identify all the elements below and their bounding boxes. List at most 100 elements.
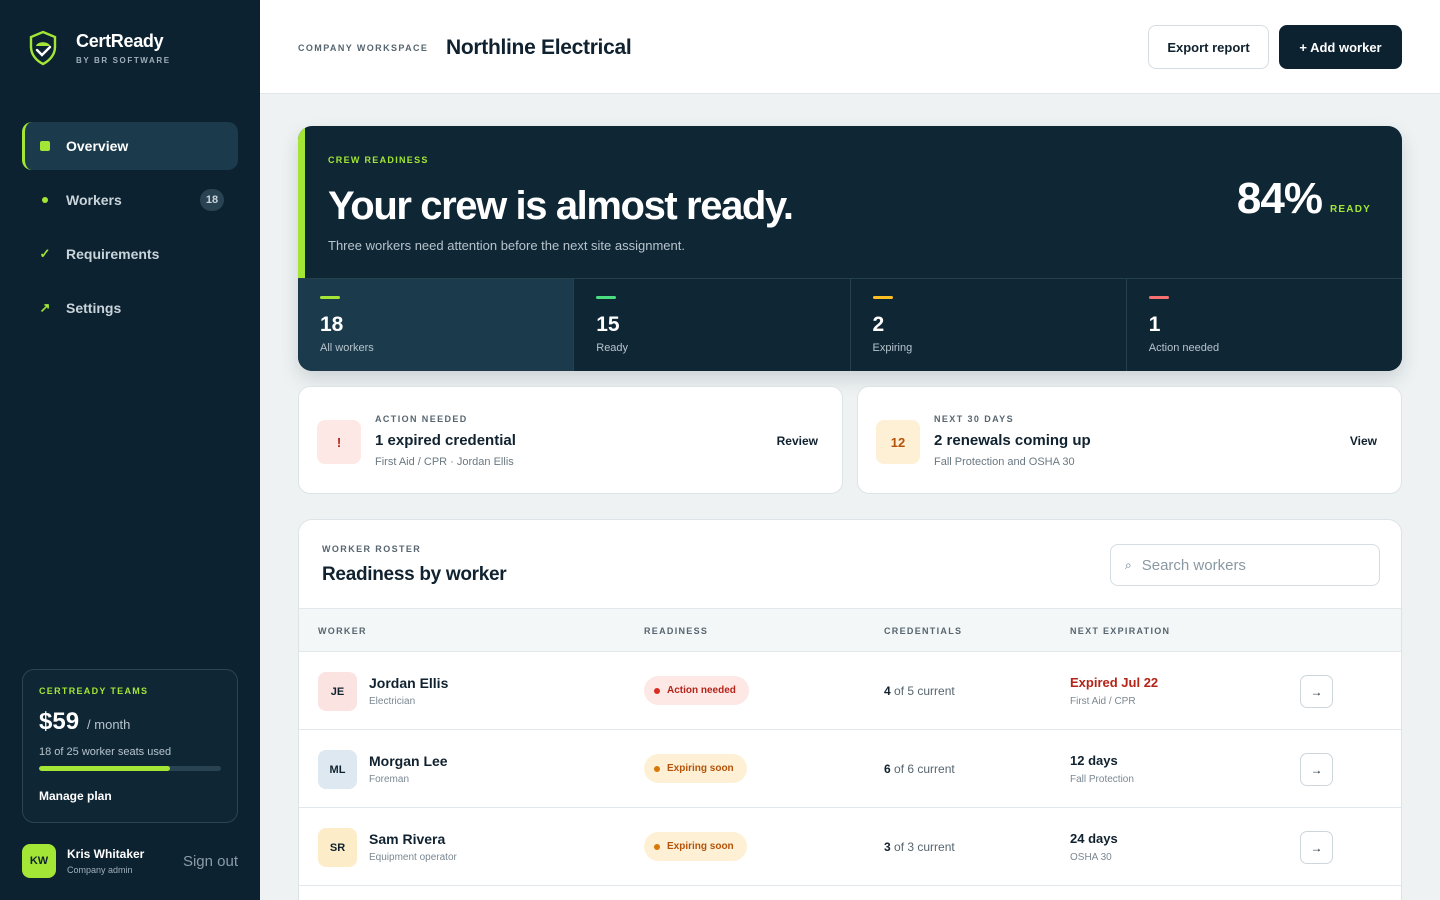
column-header-worker[interactable]: WORKER	[318, 626, 367, 636]
worker-role: Foreman	[369, 774, 410, 785]
avatar: JE	[318, 672, 357, 711]
status-badge: Expiring soon	[644, 832, 747, 861]
stat-label: Ready	[596, 342, 629, 354]
open-worker-button[interactable]: →	[1300, 753, 1333, 786]
stat-action-needed[interactable]: 1 Action needed	[1126, 279, 1402, 371]
stat-value: 2	[872, 313, 885, 336]
user-name: Kris Whitaker	[67, 847, 145, 861]
stat-ready[interactable]: 15 Ready	[574, 279, 851, 371]
plan-tag: CERTREADY TEAMS	[39, 686, 149, 696]
calendar-badge-icon: 12	[876, 420, 920, 464]
credentials-current: 3	[884, 840, 891, 854]
square-icon	[40, 141, 50, 151]
plan-amount: $59	[39, 708, 80, 735]
worker-name: Sam Rivera	[369, 831, 446, 847]
sidebar: CertReady BY BR SOFTWARE Overview Worker…	[0, 0, 260, 900]
brand[interactable]: CertReady BY BR SOFTWARE	[28, 30, 171, 66]
stat-value: 1	[1148, 313, 1161, 336]
alert-icon: !	[317, 420, 361, 464]
worker-name: Jordan Ellis	[369, 675, 449, 691]
alert-title: 2 renewals coming up	[934, 432, 1091, 449]
workspace-label: COMPANY WORKSPACE	[298, 43, 429, 53]
hero-title: Your crew is almost ready.	[328, 184, 794, 228]
avatar: SR	[318, 828, 357, 867]
page-title: Northline Electrical	[446, 36, 632, 59]
worker-roster: WORKER ROSTER Readiness by worker ⌕ WORK…	[298, 519, 1402, 900]
sidebar-item-label: Overview	[66, 138, 129, 154]
alert-tag: ACTION NEEDED	[375, 414, 468, 424]
expiration-credential: OSHA 30	[1070, 852, 1112, 863]
credentials-total: of 3 current	[890, 840, 955, 854]
search-input[interactable]	[1141, 556, 1362, 574]
roster-tag: WORKER ROSTER	[322, 544, 422, 554]
brand-name: CertReady	[76, 31, 164, 51]
stat-label: Expiring	[872, 342, 913, 354]
stat-indicator	[596, 296, 617, 299]
worker-name: Morgan Lee	[369, 753, 448, 769]
column-header-credentials[interactable]: CREDENTIALS	[884, 626, 962, 636]
sidebar-item-label: Requirements	[66, 246, 160, 262]
expiration-credential: First Aid / CPR	[1070, 696, 1136, 707]
user-role: Company admin	[67, 865, 133, 875]
arrow-right-icon: →	[1310, 684, 1323, 699]
review-link[interactable]: Review	[777, 434, 818, 448]
open-worker-button[interactable]: →	[1300, 831, 1333, 864]
arrow-right-icon: →	[1310, 762, 1323, 777]
user-info: Kris Whitaker Company admin	[67, 847, 183, 875]
avatar[interactable]: KW	[22, 844, 56, 878]
renewals-card: 12 NEXT 30 DAYS 2 renewals coming up Fal…	[857, 386, 1402, 494]
sidebar-item-workers[interactable]: Workers 18	[22, 176, 238, 224]
credentials-total: of 6 current	[890, 762, 955, 776]
add-worker-button[interactable]: + Add worker	[1279, 25, 1402, 69]
plan-seats: 18 of 25 worker seats used	[39, 746, 172, 758]
sidebar-item-overview[interactable]: Overview	[22, 122, 238, 170]
alert-tag: NEXT 30 DAYS	[934, 414, 1014, 424]
alert-subtitle: First Aid / CPR · Jordan Ellis	[375, 456, 514, 468]
credentials-current: 4	[884, 684, 891, 698]
status-dot-icon	[654, 687, 660, 694]
readiness-label: READY	[1329, 204, 1371, 215]
brand-subtitle: BY BR SOFTWARE	[76, 56, 171, 65]
table-header: WORKER READINESS CREDENTIALS NEXT EXPIRA…	[299, 608, 1401, 652]
search-icon: ⌕	[1125, 557, 1132, 572]
view-link[interactable]: View	[1350, 434, 1377, 448]
table-row[interactable]: SR Sam Rivera Equipment operator Expirin…	[299, 808, 1401, 886]
sidebar-item-requirements[interactable]: ✓ Requirements	[22, 230, 238, 278]
sign-out-link[interactable]: Sign out	[183, 853, 238, 870]
hero-tag: CREW READINESS	[328, 155, 429, 165]
sidebar-nav: Overview Workers 18 ✓ Requirements ↗ Set…	[22, 122, 238, 338]
status-label: Action needed	[667, 685, 736, 696]
next-expiration: Expired Jul 22	[1070, 675, 1159, 690]
seats-progress-fill	[39, 766, 171, 771]
column-header-readiness[interactable]: READINESS	[644, 626, 708, 636]
arrow-up-right-icon: ↗	[39, 300, 51, 315]
column-header-next-expiration[interactable]: NEXT EXPIRATION	[1070, 626, 1170, 636]
crew-readiness-card: CREW READINESS Your crew is almost ready…	[298, 126, 1402, 371]
stat-expiring[interactable]: 2 Expiring	[850, 279, 1127, 371]
dot-icon	[40, 197, 50, 203]
table-row[interactable]: ML Morgan Lee Foreman Expiring soon 6 of…	[299, 730, 1401, 808]
accent-stripe	[298, 126, 305, 278]
stat-label: Action needed	[1148, 342, 1220, 354]
manage-plan-link[interactable]: Manage plan	[39, 789, 221, 803]
next-expiration: 12 days	[1070, 753, 1118, 768]
open-worker-button[interactable]: →	[1300, 675, 1333, 708]
stat-all-workers[interactable]: 18 All workers	[298, 279, 575, 371]
search-box: ⌕	[1110, 544, 1380, 586]
stats-row: 18 All workers 15 Ready 2 Expiring 1 Act…	[298, 278, 1402, 371]
sidebar-item-label: Workers	[66, 192, 122, 208]
worker-role: Electrician	[369, 696, 416, 707]
stat-label: All workers	[320, 342, 374, 354]
status-label: Expiring soon	[667, 763, 734, 774]
avatar: ML	[318, 750, 357, 789]
credentials-count: 3 of 3 current	[884, 840, 955, 854]
sidebar-item-settings[interactable]: ↗ Settings	[22, 284, 238, 332]
status-dot-icon	[654, 765, 660, 772]
export-report-button[interactable]: Export report	[1148, 25, 1269, 69]
stat-indicator	[1148, 296, 1169, 299]
credentials-count: 6 of 6 current	[884, 762, 955, 776]
plan-card: CERTREADY TEAMS $59 / month 18 of 25 wor…	[22, 669, 238, 823]
credentials-current: 6	[884, 762, 891, 776]
next-expiration: 24 days	[1070, 831, 1118, 846]
table-row[interactable]: JE Jordan Ellis Electrician Action neede…	[299, 652, 1401, 730]
